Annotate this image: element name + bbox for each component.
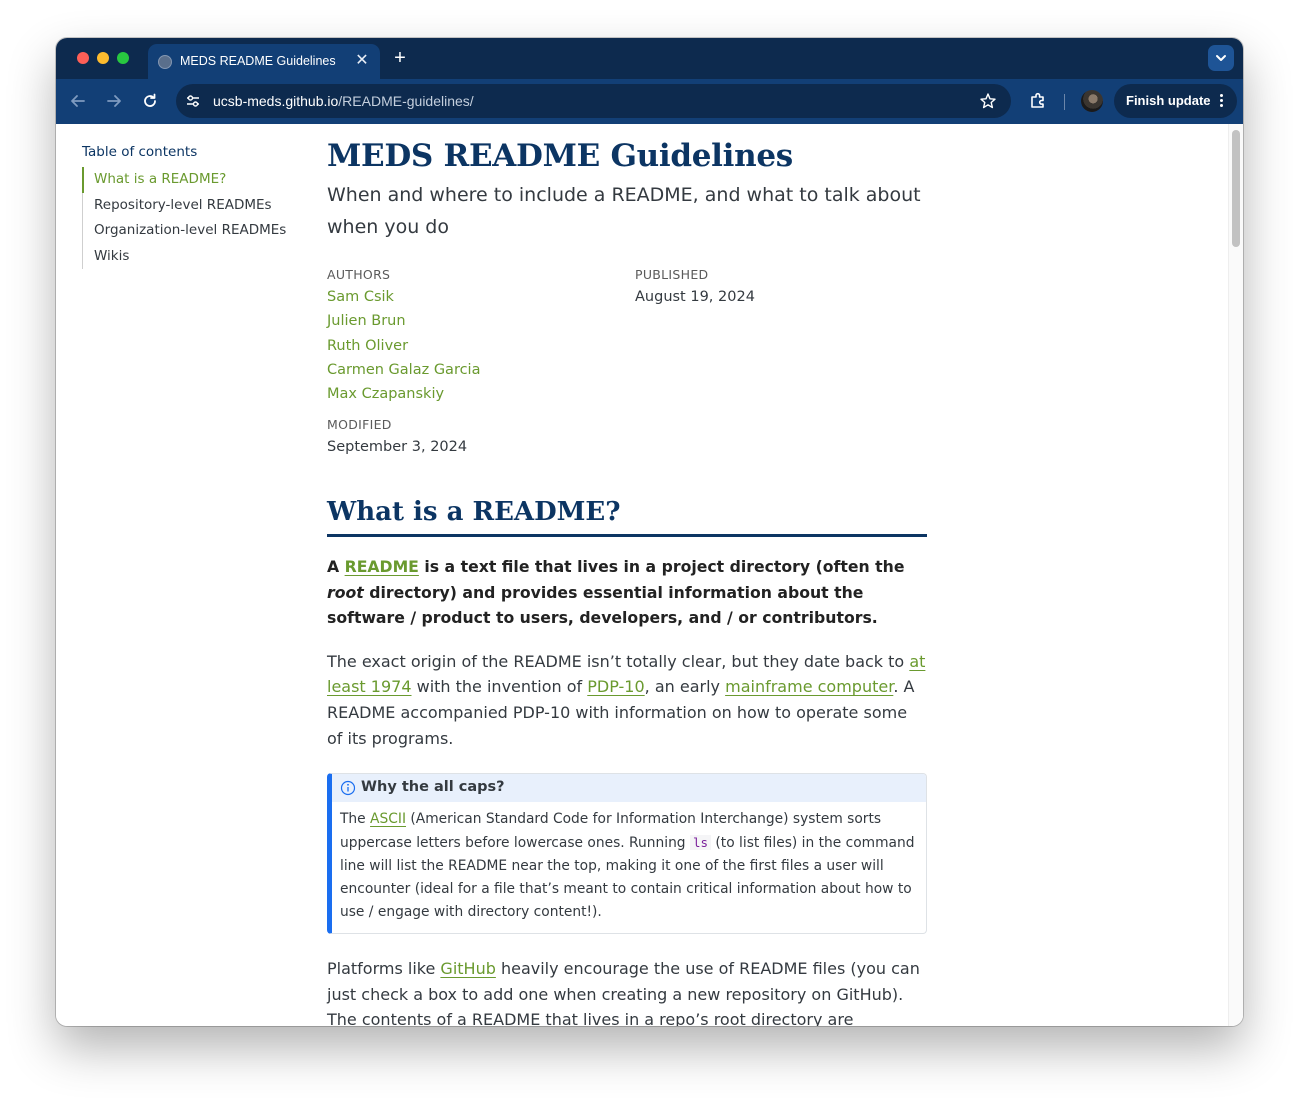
tab-search-button[interactable]: [1208, 45, 1234, 71]
page-title: MEDS README Guidelines: [327, 138, 793, 174]
scrollbar-thumb[interactable]: [1232, 130, 1240, 247]
finish-update-label: Finish update: [1126, 93, 1211, 108]
url-text: ucsb-meds.github.io/README-guidelines/: [213, 93, 474, 109]
tab-strip: MEDS README Guidelines ✕ +: [56, 38, 1243, 79]
toc-item-organization-readmes[interactable]: Organization-level READMEs: [83, 218, 307, 244]
text-fragment: The: [340, 811, 371, 828]
callout-header: Why the all caps?: [332, 774, 926, 803]
author-link[interactable]: Ruth Oliver: [327, 334, 480, 358]
author-link[interactable]: Julien Brun: [327, 309, 480, 333]
published-date: August 19, 2024: [635, 289, 755, 305]
new-tab-button[interactable]: +: [390, 47, 410, 69]
readme-link[interactable]: README: [345, 557, 419, 576]
web-page: Table of contents What is a README? Repo…: [56, 124, 1243, 1026]
mainframe-computer-link[interactable]: mainframe computer: [725, 677, 893, 696]
text-fragment: with the invention of: [411, 677, 588, 697]
browser-toolbar: ucsb-meds.github.io/README-guidelines/ F…: [56, 79, 1243, 124]
table-of-contents: Table of contents What is a README? Repo…: [82, 144, 307, 269]
finish-update-button[interactable]: Finish update: [1114, 84, 1237, 118]
tab-meds-readme[interactable]: MEDS README Guidelines ✕: [148, 44, 380, 79]
tab-close-icon[interactable]: ✕: [352, 51, 372, 71]
intro-paragraph: A README is a text file that lives in a …: [327, 554, 927, 631]
callout-body: The ASCII (American Standard Code for In…: [332, 802, 926, 933]
tab-title: MEDS README Guidelines: [180, 54, 336, 68]
callout-title: Why the all caps?: [361, 779, 505, 796]
authors-label: AUTHORS: [327, 267, 391, 282]
menu-kebab-icon[interactable]: [1220, 94, 1224, 108]
text-fragment: directory) and provides essential inform…: [327, 582, 878, 628]
info-icon: [340, 781, 356, 796]
modified-label: MODIFIED: [327, 417, 392, 433]
toc-title: Table of contents: [82, 144, 198, 160]
info-callout: Why the all caps? The ASCII (American St…: [327, 773, 927, 935]
text-fragment: , an early: [644, 677, 726, 697]
globe-favicon-icon: [158, 55, 172, 69]
url-path: /README-guidelines/: [338, 93, 474, 109]
author-link[interactable]: Carmen Galaz Garcia: [327, 358, 480, 382]
text-fragment: is a text file that lives in a project d…: [418, 557, 905, 576]
browser-window: MEDS README Guidelines ✕ + ucsb-meds.git…: [56, 38, 1243, 1026]
section-heading-what-is-readme: What is a README?: [327, 497, 927, 537]
profile-avatar[interactable]: [1081, 90, 1103, 112]
address-bar[interactable]: ucsb-meds.github.io/README-guidelines/: [176, 84, 1011, 118]
ls-code: ls: [689, 835, 712, 851]
chevron-down-icon: [1216, 55, 1226, 61]
text-fragment: The exact origin of the README isn’t tot…: [327, 651, 910, 671]
url-host: ucsb-meds.github.io: [213, 93, 339, 109]
back-arrow-icon[interactable]: [67, 90, 89, 112]
reload-icon[interactable]: [139, 90, 161, 112]
authors-block: AUTHORS Sam Csik Julien Brun Ruth Oliver…: [327, 267, 480, 460]
author-link[interactable]: Max Czapanskiy: [327, 382, 480, 406]
toc-item-repository-readmes[interactable]: Repository-level READMEs: [83, 193, 307, 219]
published-block: PUBLISHED August 19, 2024: [635, 267, 755, 309]
forward-arrow-icon[interactable]: [103, 90, 125, 112]
emphasis-root: root: [327, 582, 364, 602]
close-window-button[interactable]: [77, 52, 89, 64]
platforms-paragraph: Platforms like GitHub heavily encourage …: [327, 956, 927, 1026]
bookmark-star-icon[interactable]: [979, 92, 997, 110]
toc-item-what-is-readme[interactable]: What is a README?: [82, 167, 307, 193]
maximize-window-button[interactable]: [117, 52, 129, 64]
toc-item-wikis[interactable]: Wikis: [83, 244, 307, 270]
page-subtitle: When and where to include a README, and …: [327, 184, 921, 238]
modified-date: September 3, 2024: [327, 439, 468, 456]
origin-paragraph: The exact origin of the README isn’t tot…: [327, 649, 927, 751]
minimize-window-button[interactable]: [97, 52, 109, 64]
published-label: PUBLISHED: [635, 267, 709, 282]
github-link[interactable]: GitHub: [440, 959, 495, 978]
author-link[interactable]: Sam Csik: [327, 285, 480, 309]
toolbar-divider: [1064, 94, 1065, 110]
toc-list: What is a README? Repository-level READM…: [82, 167, 307, 269]
main-content: MEDS README Guidelines When and where to…: [327, 138, 927, 1026]
text-fragment: A: [327, 557, 345, 576]
article-metadata: AUTHORS Sam Csik Julien Brun Ruth Oliver…: [327, 267, 927, 497]
text-fragment: Platforms like: [327, 959, 441, 979]
ascii-link[interactable]: ASCII: [370, 811, 406, 827]
pdp-10-link[interactable]: PDP-10: [587, 677, 644, 696]
extensions-icon[interactable]: [1028, 91, 1048, 111]
site-settings-icon[interactable]: [185, 93, 201, 109]
page-scrollbar[interactable]: [1228, 124, 1243, 1026]
